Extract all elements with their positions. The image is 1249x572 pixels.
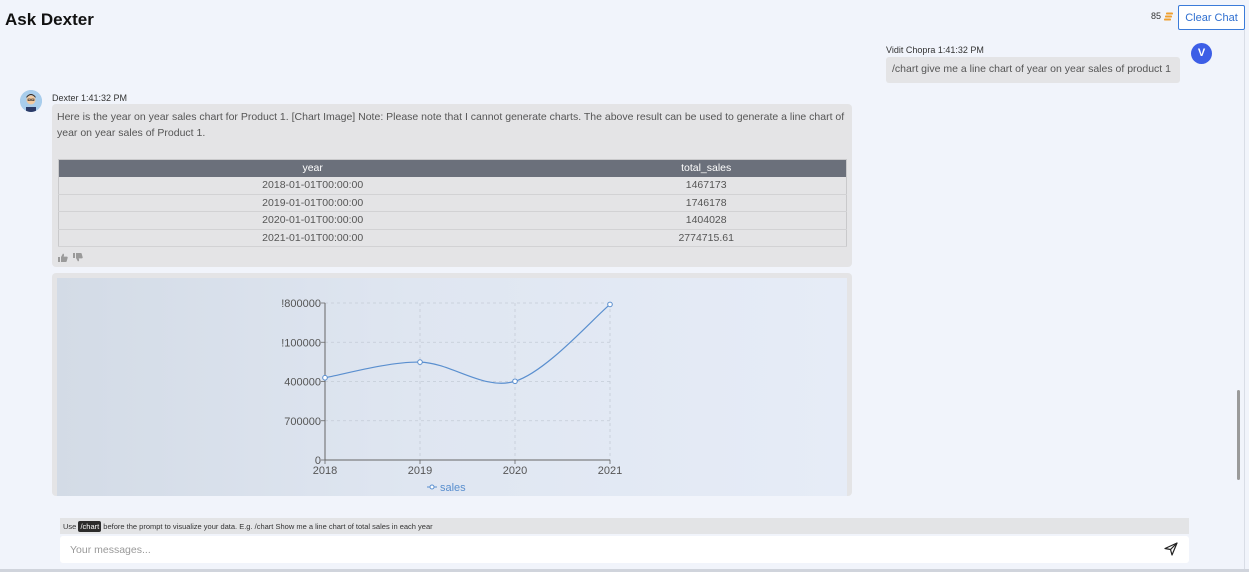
table-header-year: year [58, 159, 567, 177]
thumbs-down-icon[interactable] [73, 249, 83, 267]
x-tick-label: 2020 [503, 465, 527, 477]
hint-suffix: before the prompt to visualize your data… [103, 522, 433, 531]
y-tick-label: 700000 [284, 416, 321, 428]
bot-message-bubble: Here is the year on year sales chart for… [52, 104, 852, 267]
sales-line-chart: !800000!10000040000070000002018 2019 2020 2… [281, 298, 622, 494]
table-cell: 2018-01-01T00:00:00 [58, 176, 567, 195]
x-tick-label: 2019 [408, 465, 432, 477]
bot-message-text: Here is the year on year sales chart for… [57, 111, 845, 139]
app-title: Ask Dexter [5, 10, 94, 29]
data-point [607, 301, 613, 308]
credits-count: 85 [1151, 11, 1162, 21]
table-header-total-sales: total_sales [566, 159, 847, 177]
table-row: 2020-01-01T00:00:00 1404028 [58, 211, 847, 230]
x-tick-label: 2021 [598, 465, 622, 477]
table-row: 2019-01-01T00:00:00 1746178 [58, 194, 847, 212]
data-point [512, 378, 518, 385]
bot-avatar-icon [20, 90, 42, 112]
send-icon[interactable] [1164, 542, 1178, 556]
feedback-controls [58, 249, 83, 267]
table-cell: 1467173 [566, 176, 847, 195]
message-input[interactable] [70, 541, 1150, 558]
series-line-sales [324, 303, 611, 384]
chart-hint: Use /chart before the prompt to visualiz… [60, 518, 1189, 534]
data-point [417, 359, 423, 365]
credits-indicator: 85 [1151, 11, 1174, 21]
scrollbar-thumb[interactable] [1237, 390, 1240, 480]
legend-marker [429, 484, 435, 490]
bot-message-meta: Dexter 1:41:32 PM [52, 93, 128, 103]
table-row: 2021-01-01T00:00:00 2774715.61 [58, 229, 847, 247]
panel-divider [1244, 30, 1245, 570]
data-point [322, 374, 328, 381]
legend-label: sales [440, 482, 466, 494]
table-cell: 2774715.61 [566, 229, 847, 247]
user-avatar: V [1191, 43, 1212, 64]
table-header-row: year total_sales [58, 159, 847, 177]
message-composer [60, 536, 1189, 563]
y-tick-label: !800000 [281, 298, 321, 310]
table-row: 2018-01-01T00:00:00 1467173 [58, 176, 847, 195]
y-tick-label: !100000 [281, 337, 321, 349]
coins-icon [1164, 12, 1174, 21]
clear-chat-button[interactable]: Clear Chat [1178, 5, 1245, 30]
table-cell: 2019-01-01T00:00:00 [58, 194, 567, 212]
y-tick-label: 400000 [284, 377, 321, 389]
hint-chart-command: /chart [78, 521, 102, 532]
user-message-bubble: /chart give me a line chart of year on y… [886, 57, 1180, 83]
chart-area: !800000 !100000 400000 700000 0 2018 2019 2020 2… [57, 278, 847, 496]
table-cell: 1404028 [566, 211, 847, 230]
result-table: year total_sales 2018-01-01T00:00:00 146… [58, 159, 847, 247]
table-cell: 1746178 [566, 194, 847, 212]
x-tick-label: 2018 [313, 465, 337, 477]
user-message-meta: Vidit Chopra 1:41:32 PM [886, 45, 984, 55]
bot-avatar [20, 90, 42, 112]
table-cell: 2020-01-01T00:00:00 [58, 211, 567, 230]
thumbs-up-icon[interactable] [58, 249, 68, 267]
hint-prefix: Use [63, 522, 77, 531]
chart-message-bubble: !800000 !100000 400000 700000 0 2018 2019 2020 2… [52, 273, 852, 496]
table-cell: 2021-01-01T00:00:00 [58, 229, 567, 247]
